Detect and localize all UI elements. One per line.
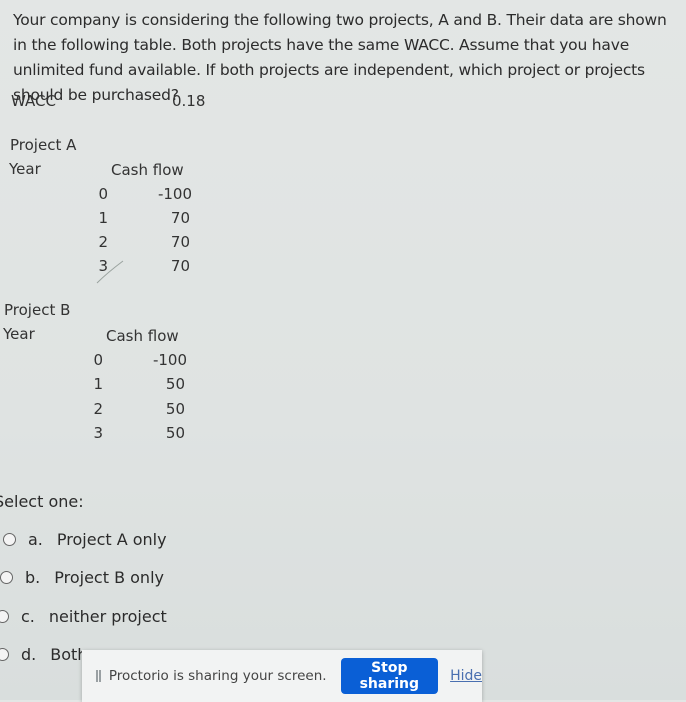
option-letter: d. [21,645,37,664]
project-a-cashflow: -100 [157,185,192,203]
option-label: Project A only [56,530,167,549]
question-text: Your company is considering the followin… [13,11,667,104]
option-b[interactable]: b. Project B only [0,568,164,587]
option-d[interactable]: d. Both [0,645,87,664]
radio-button[interactable] [3,533,16,546]
project-a-cashflow: 70 [170,257,190,275]
hide-link[interactable]: Hide [450,668,482,684]
project-b-cashflow-header: Cash flow [106,327,179,345]
project-a-cashflow: 70 [170,233,190,251]
project-b-cashflow: 50 [165,375,185,393]
option-c[interactable]: c. neither project [0,607,167,626]
sharing-message: Proctorio is sharing your screen. [108,668,327,684]
option-a[interactable]: a. Project A only [3,530,167,549]
project-a-title: Project A [10,136,77,154]
stop-sharing-button[interactable]: Stop sharing [340,658,439,694]
project-b-cashflow: 50 [165,424,185,442]
project-b-year-header: Year [3,325,35,343]
wacc-label: WACC [11,92,56,110]
project-a-year-header: Year [9,160,41,178]
option-letter: a. [28,530,43,549]
option-label: Project B only [54,568,164,587]
option-label: neither project [48,607,167,626]
option-letter: b. [25,568,41,587]
project-a-cashflow-header: Cash flow [111,161,184,179]
project-b-cashflow: 50 [165,400,185,418]
drag-handle-icon[interactable] [96,670,101,682]
radio-button[interactable] [0,610,9,623]
select-one-label: Select one: [0,492,84,511]
project-b-year: 2 [93,400,103,418]
screen-share-banner: Proctorio is sharing your screen. Stop s… [82,650,482,702]
radio-button[interactable] [0,648,9,661]
pen-mark-icon [96,260,124,284]
project-a-year: 1 [98,209,108,227]
project-b-year: 3 [93,424,103,442]
radio-button[interactable] [0,571,13,584]
option-letter: c. [21,607,35,626]
project-a-cashflow: 70 [170,209,190,227]
project-a-year: 0 [98,185,108,203]
project-b-cashflow: -100 [152,351,187,369]
project-b-title: Project B [4,301,71,319]
wacc-value: 0.18 [172,92,206,110]
project-b-year: 1 [93,375,103,393]
project-a-year: 2 [98,233,108,251]
project-b-year: 0 [93,351,103,369]
